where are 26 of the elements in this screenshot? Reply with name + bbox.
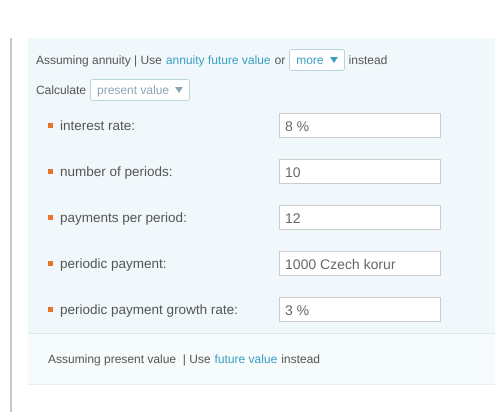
field-label: periodic payment growth rate: (60, 302, 239, 317)
instead-text: instead (281, 352, 320, 366)
bullet-icon (48, 261, 53, 266)
input-field[interactable]: 12 (279, 205, 441, 230)
or-text: or (274, 53, 286, 67)
bullet-icon (48, 215, 53, 220)
bullet-icon (48, 169, 53, 174)
field-label: periodic payment: (60, 256, 168, 271)
field-label: number of periods: (60, 164, 174, 179)
input-field[interactable]: 8 % (279, 113, 441, 138)
caret-icon (175, 87, 184, 93)
calculate-label: Calculate (36, 83, 86, 97)
caret-icon (330, 57, 338, 63)
input-field[interactable]: 3 % (279, 297, 441, 322)
field-label: interest rate: (60, 118, 136, 133)
future-value-link[interactable]: future value (214, 352, 278, 366)
assumption-text: Assuming annuity | Use (36, 53, 162, 67)
annuity-future-value-link[interactable]: annuity future value (166, 53, 271, 67)
input-field[interactable]: 10 (279, 159, 441, 184)
input-field[interactable]: 1000 Czech korur (279, 251, 441, 276)
more-dropdown[interactable]: more (289, 49, 345, 71)
assumption-text: Assuming present value | Use (48, 352, 211, 366)
instead-text: instead (348, 53, 388, 67)
bullet-icon (48, 307, 53, 312)
bullet-icon (48, 123, 53, 128)
field-label: payments per period: (60, 210, 188, 225)
